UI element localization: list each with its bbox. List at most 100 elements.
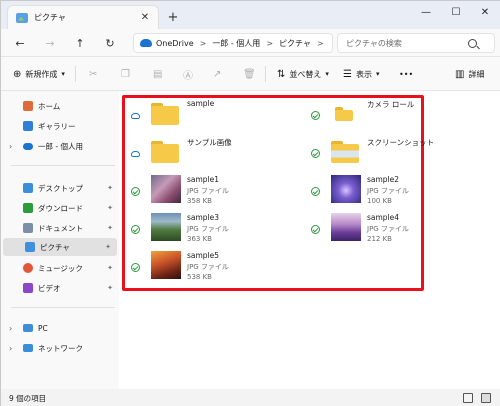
synced-check-icon: [311, 111, 320, 120]
search-icon[interactable]: [468, 38, 477, 48]
file-meta: sample2 JPG ファイル 100 KB: [367, 175, 409, 207]
file-item-sample4[interactable]: sample4 JPG ファイル 212 KB: [311, 213, 421, 247]
synced-check-icon: [311, 187, 320, 196]
sidebar-item-pc[interactable]: › PC: [1, 319, 119, 337]
tab-pictures[interactable]: ピクチャ ✕: [7, 5, 159, 29]
synced-check-icon: [131, 225, 140, 234]
synced-check-icon: [311, 149, 320, 158]
sidebar-item-music[interactable]: ミュージック ✦: [1, 259, 119, 277]
cut-icon[interactable]: ✂: [89, 66, 97, 82]
file-meta: カメラ ロール: [367, 99, 414, 109]
file-meta: sample: [187, 99, 214, 109]
file-item-sample-images-folder[interactable]: サンプル画像: [131, 137, 291, 171]
sidebar-item-home[interactable]: ホーム: [1, 97, 119, 115]
sidebar-item-gallery[interactable]: ギャラリー: [1, 117, 119, 135]
sidebar-item-label: デスクトップ: [38, 183, 83, 193]
file-name: sample: [187, 99, 215, 108]
desktop-icon: [23, 183, 33, 193]
delete-icon[interactable]: 🗑: [243, 66, 256, 82]
pin-icon[interactable]: ✦: [107, 184, 113, 192]
folder-icon: [331, 141, 359, 163]
sidebar-item-pictures[interactable]: ピクチャ ✦: [3, 238, 117, 256]
pin-icon[interactable]: ✦: [107, 204, 113, 212]
details-pane-icon: ▥: [455, 68, 465, 80]
details-button[interactable]: ▥ 詳細: [455, 66, 484, 82]
chevron-down-icon: ▾: [61, 70, 65, 78]
image-thumbnail: [151, 213, 181, 241]
up-button[interactable]: ↑: [71, 34, 89, 52]
synced-check-icon: [131, 187, 140, 196]
details-view-icon[interactable]: [463, 393, 473, 403]
more-options-button[interactable]: •••: [399, 66, 413, 82]
breadcrumb-personal[interactable]: 一郎 - 個人用: [212, 38, 260, 49]
copy-icon[interactable]: ❐: [121, 66, 130, 82]
back-button[interactable]: ←: [11, 34, 29, 52]
file-name: sample1: [187, 175, 220, 184]
file-meta: sample4 JPG ファイル 212 KB: [367, 213, 409, 245]
file-type: JPG ファイル: [367, 225, 409, 233]
sidebar-item-network[interactable]: › ネットワーク: [1, 339, 119, 357]
breadcrumb-onedrive[interactable]: OneDrive: [156, 39, 194, 48]
file-type: JPG ファイル: [367, 187, 409, 195]
plus-icon: ⊕: [13, 68, 22, 80]
toolbar-divider: [265, 66, 266, 82]
chevron-right-icon[interactable]: ›: [9, 142, 12, 151]
file-item-sample1[interactable]: sample1 JPG ファイル 358 KB: [131, 175, 291, 209]
close-window-button[interactable]: ✕: [470, 1, 500, 23]
pin-icon[interactable]: ✦: [105, 243, 111, 251]
pin-icon[interactable]: ✦: [107, 264, 113, 272]
sidebar-item-label: ホーム: [38, 101, 61, 111]
pictures-icon: [16, 12, 28, 23]
chevron-right-icon[interactable]: ›: [9, 324, 12, 333]
paste-icon[interactable]: ▤: [153, 66, 162, 82]
sidebar-item-desktop[interactable]: デスクトップ ✦: [1, 179, 119, 197]
forward-button[interactable]: →: [41, 34, 59, 52]
file-item-sample5[interactable]: sample5 JPG ファイル 538 KB: [131, 251, 291, 285]
large-icons-view-icon[interactable]: [481, 393, 491, 403]
file-name: カメラ ロール: [367, 100, 415, 109]
view-button-label: 表示: [355, 69, 372, 79]
sidebar-item-label: ダウンロード: [38, 203, 83, 213]
file-size: 212 KB: [367, 235, 392, 243]
network-icon: [23, 344, 33, 352]
chevron-down-icon: ▾: [325, 70, 329, 78]
sidebar-item-onedrive[interactable]: › 一郎 - 個人用: [1, 137, 119, 155]
synced-check-icon: [131, 263, 140, 272]
file-item-sample2[interactable]: sample2 JPG ファイル 100 KB: [311, 175, 421, 209]
refresh-button[interactable]: ↻: [101, 34, 119, 52]
chevron-right-icon[interactable]: >: [200, 39, 207, 48]
new-button[interactable]: ⊕ 新規作成 ▾: [13, 66, 65, 82]
file-item-screenshots[interactable]: スクリーンショット: [311, 137, 434, 171]
minimize-button[interactable]: —: [411, 1, 441, 23]
file-item-camera-roll[interactable]: カメラ ロール: [311, 99, 421, 133]
sidebar-item-videos[interactable]: ビデオ ✦: [1, 279, 119, 297]
chevron-right-icon[interactable]: ›: [9, 344, 12, 353]
share-icon[interactable]: ↗: [213, 66, 221, 82]
rename-icon[interactable]: Ⓐ: [183, 66, 193, 82]
sidebar-item-documents[interactable]: ドキュメント ✦: [1, 219, 119, 237]
view-button[interactable]: ☰ 表示 ▾: [343, 66, 379, 82]
image-thumbnail: [151, 175, 181, 203]
pin-icon[interactable]: ✦: [107, 284, 113, 292]
file-meta: sample1 JPG ファイル 358 KB: [187, 175, 229, 207]
pin-icon[interactable]: ✦: [107, 224, 113, 232]
maximize-button[interactable]: ☐: [441, 1, 471, 23]
sort-button[interactable]: ⇅ 並べ替え ▾: [277, 66, 329, 82]
image-thumbnail: [151, 251, 181, 279]
cloud-status-icon: [131, 151, 140, 157]
breadcrumb-pictures[interactable]: ピクチャ: [279, 38, 311, 49]
chevron-right-icon[interactable]: >: [266, 39, 273, 48]
chevron-right-icon[interactable]: >: [317, 39, 324, 48]
sidebar-item-downloads[interactable]: ダウンロード ✦: [1, 199, 119, 217]
file-item-sample-folder[interactable]: sample: [131, 99, 291, 133]
file-type: JPG ファイル: [187, 263, 229, 271]
close-tab-icon[interactable]: ✕: [138, 11, 152, 25]
file-item-sample3[interactable]: sample3 JPG ファイル 363 KB: [131, 213, 291, 247]
home-icon: [23, 101, 33, 111]
address-bar[interactable]: OneDrive > 一郎 - 個人用 > ピクチャ >: [133, 33, 333, 53]
new-tab-button[interactable]: +: [165, 9, 181, 25]
search-input[interactable]: [346, 38, 466, 48]
file-size: 538 KB: [187, 273, 212, 281]
explorer-window: ピクチャ ✕ + — ☐ ✕ ← → ↑ ↻ OneDrive > 一郎 - 個…: [0, 0, 500, 406]
file-type: JPG ファイル: [187, 187, 229, 195]
